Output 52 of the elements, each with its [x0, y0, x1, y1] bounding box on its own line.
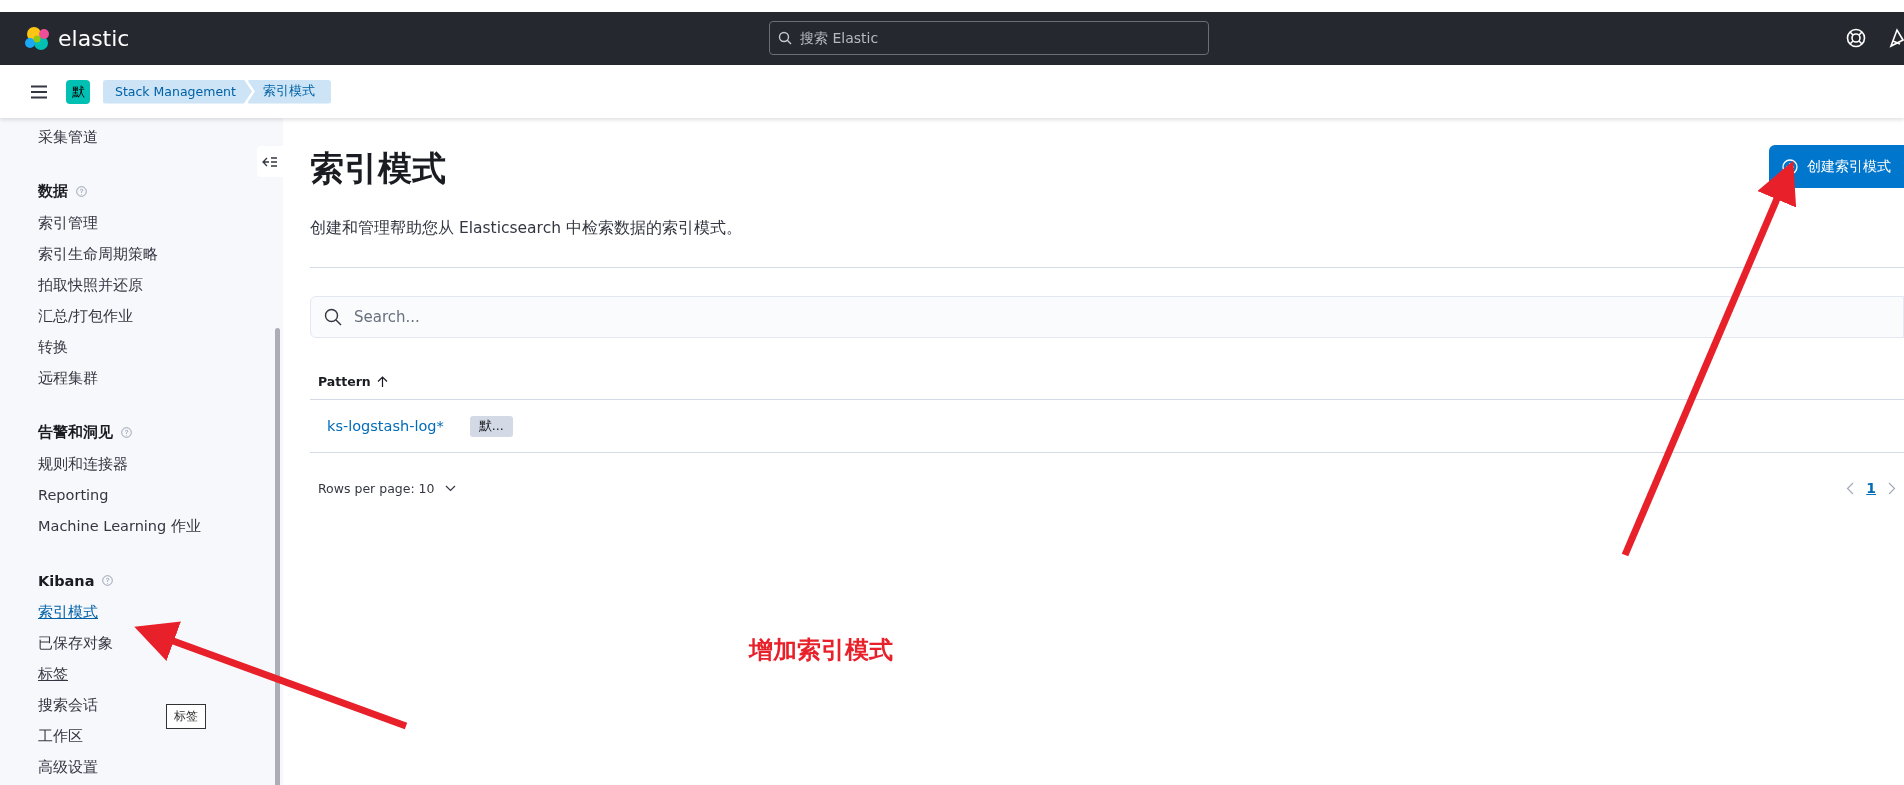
sidebar-item[interactable]: 索引生命周期策略 [38, 239, 158, 270]
index-pattern-link[interactable]: ks-logstash-log* [327, 418, 444, 434]
sidebar-item[interactable]: 远程集群 [38, 363, 98, 394]
sidebar-item[interactable]: 规则和连接器 [38, 449, 128, 480]
menu-icon[interactable] [30, 84, 48, 99]
search-field[interactable]: 搜索 Elastic [769, 21, 1209, 55]
next-page-icon[interactable] [1888, 481, 1896, 495]
elastic-logo-icon [24, 25, 50, 52]
sidebar-item[interactable]: 转换 [38, 332, 68, 363]
info-icon[interactable] [76, 186, 87, 197]
sort-up-icon [376, 375, 388, 388]
collapse-icon [262, 155, 278, 168]
plus-circle-icon [1782, 158, 1798, 175]
sidebar-item[interactable]: 搜索会话 [38, 690, 98, 721]
annotation-text: 增加索引模式 [749, 635, 893, 666]
previous-page-icon[interactable] [1846, 481, 1855, 495]
sidebar-item[interactable]: 高级设置 [38, 752, 98, 783]
page-description: 创建和管理帮助您从 Elasticsearch 中检索数据的索引模式。 [310, 218, 743, 239]
sidebar-item[interactable]: Machine Learning 作业 [38, 511, 201, 542]
sidebar-item[interactable]: 工作区 [38, 721, 83, 752]
logo-text[interactable]: elastic [58, 26, 130, 51]
search-icon [324, 308, 342, 326]
collapse-button[interactable] [257, 146, 283, 177]
sidebar-item[interactable]: 采集管道 [38, 122, 98, 153]
sidebar-item[interactable]: Reporting [38, 480, 109, 511]
space-avatar[interactable]: 默 [66, 79, 90, 104]
default-badge: 默... [469, 415, 513, 437]
search-input[interactable]: 搜索 Elastic [800, 30, 1208, 46]
sidebar-item[interactable]: 标签 [38, 659, 68, 690]
search-icon [778, 31, 792, 45]
search-input[interactable]: Search... [354, 308, 1903, 326]
section-heading: 告警和洞见 [38, 423, 113, 442]
page-link[interactable]: 1 [1866, 480, 1876, 496]
sidebar-item[interactable]: 汇总/打包作业 [38, 301, 133, 332]
page-title: 索引模式 [310, 147, 446, 190]
tooltip: 标签 [166, 704, 206, 729]
info-icon[interactable] [121, 427, 132, 438]
help-icon[interactable] [1845, 27, 1867, 49]
sidebar-item[interactable]: 拍取快照并还原 [38, 270, 143, 301]
breadcrumb[interactable]: Stack Management [103, 79, 252, 104]
rows-per-page-button[interactable]: Rows per page: 10 [318, 480, 456, 496]
sidebar-item[interactable]: 索引管理 [38, 208, 98, 239]
breadcrumb[interactable]: 索引模式 [246, 79, 331, 104]
chevron-down-icon [444, 484, 456, 492]
sidebar-item[interactable]: 索引模式 [38, 597, 98, 628]
section-heading: 数据 [38, 182, 68, 201]
create-index-pattern-button[interactable]: 创建索引模式 [1769, 145, 1904, 188]
section-heading: Kibana [38, 572, 95, 589]
column-header[interactable]: Pattern [318, 374, 388, 389]
info-icon[interactable] [102, 575, 114, 586]
sidebar-item[interactable]: 已保存对象 [38, 628, 113, 659]
scrollbar-thumb[interactable] [275, 328, 280, 785]
